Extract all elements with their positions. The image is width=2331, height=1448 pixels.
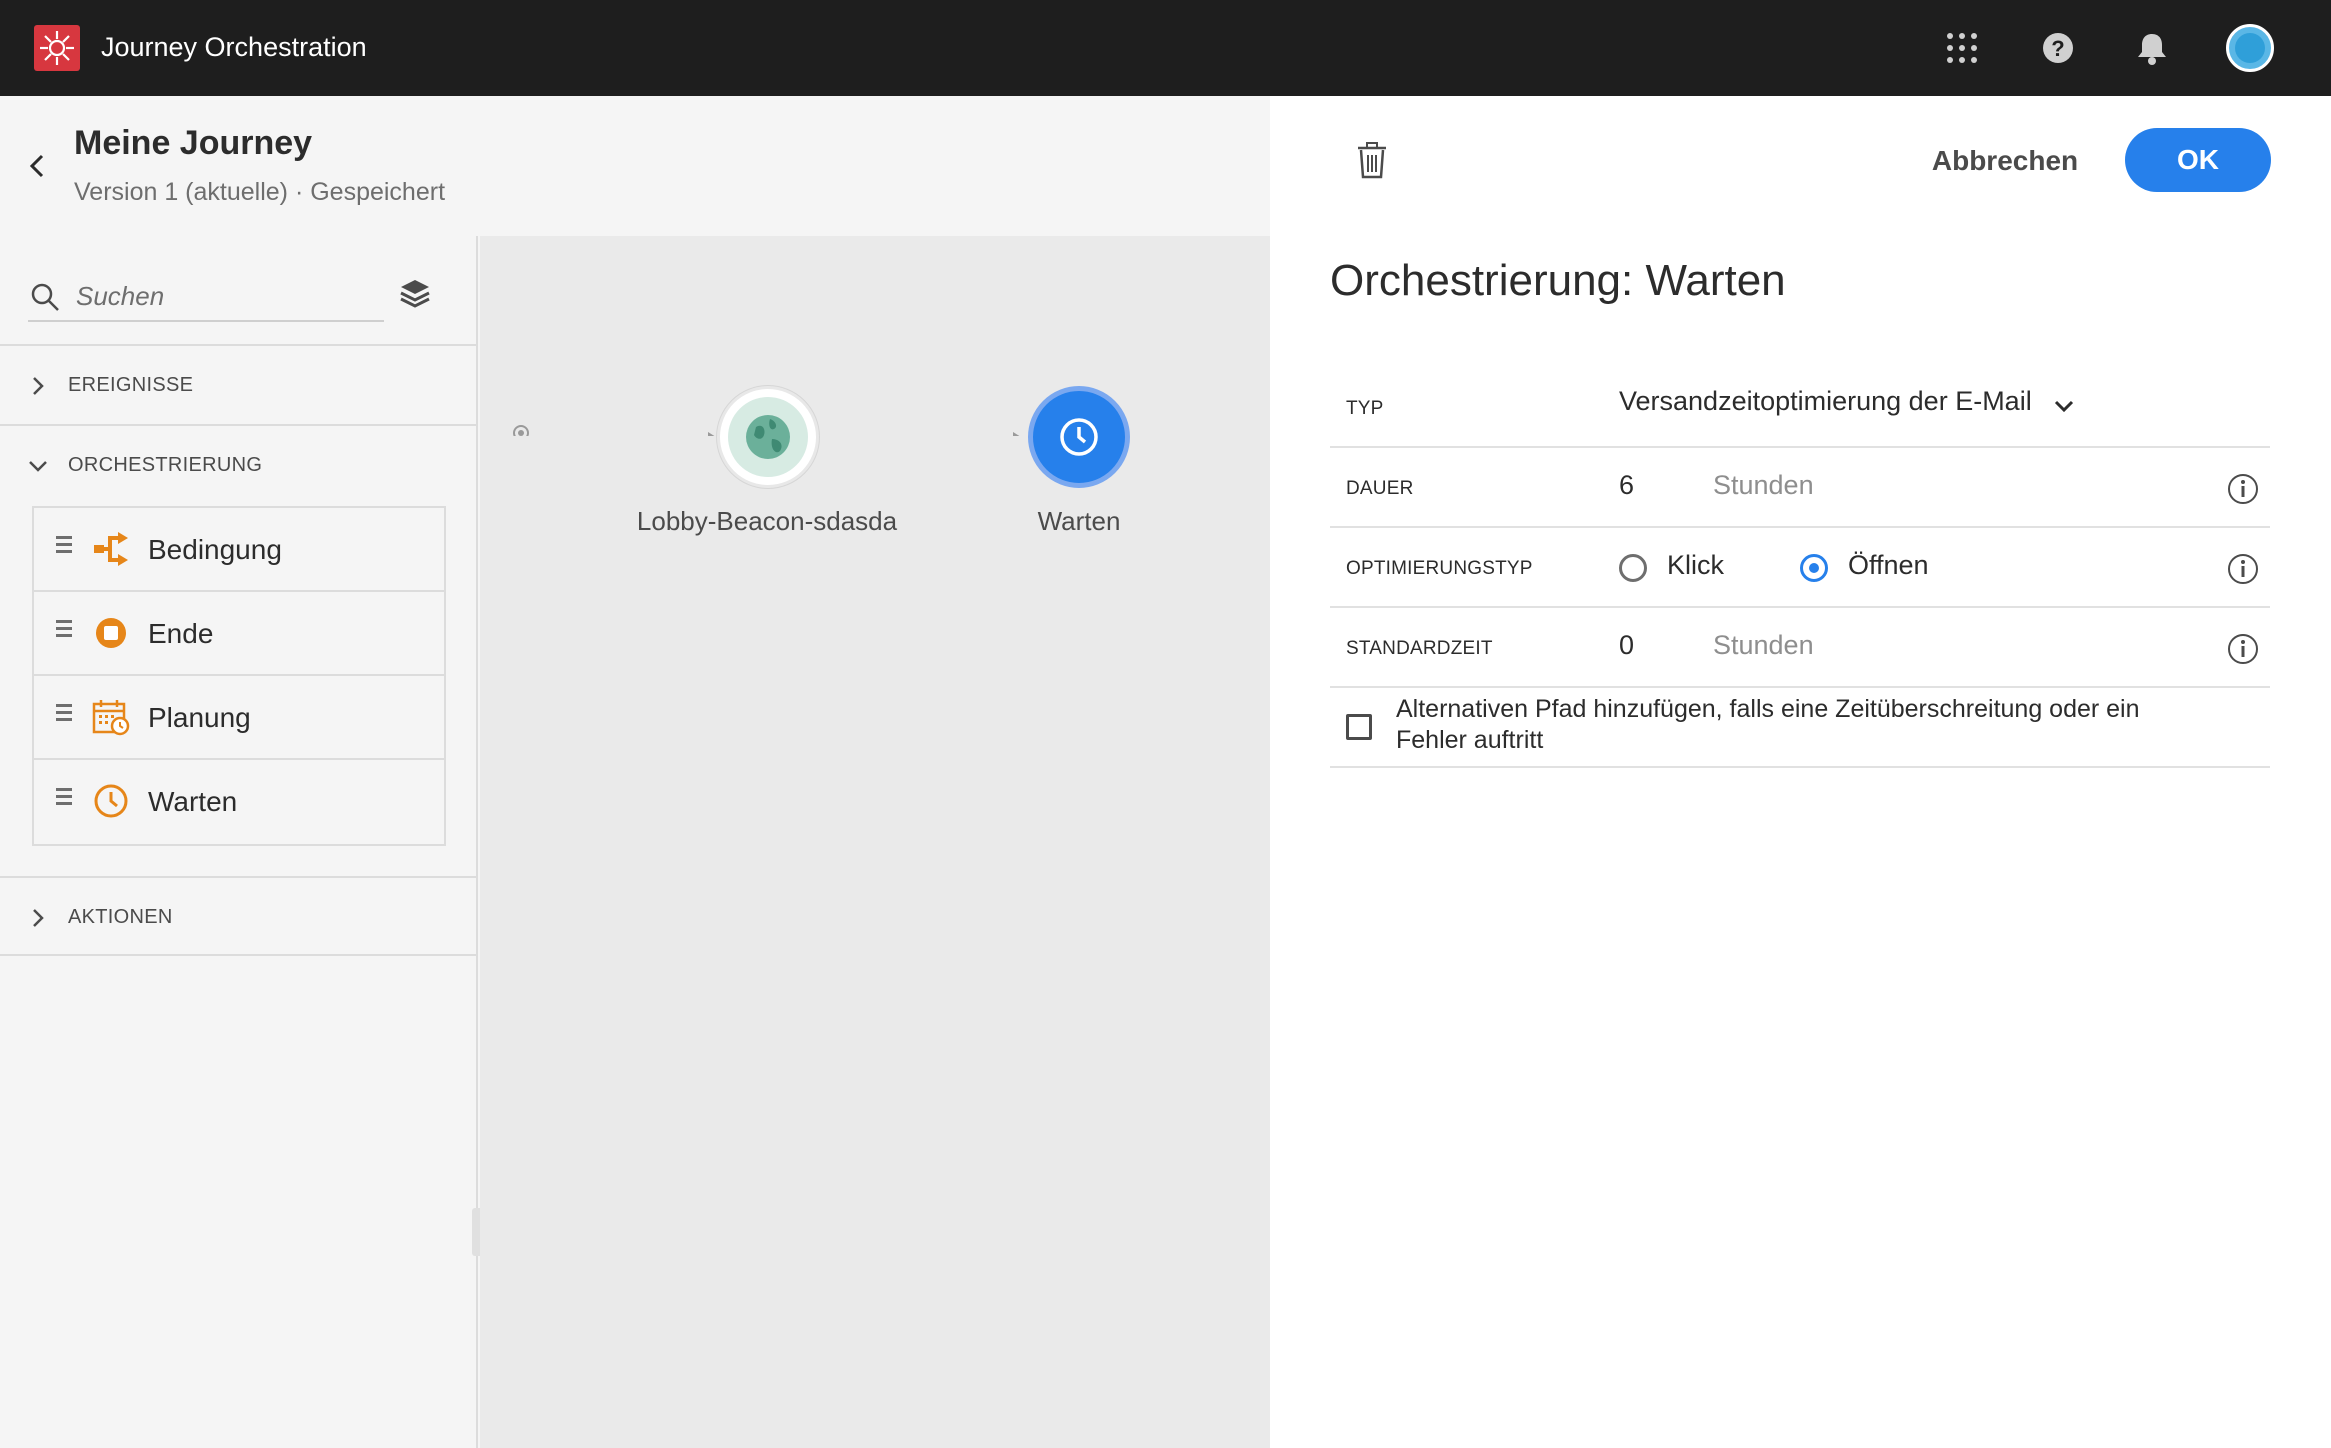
search-icon	[31, 283, 59, 311]
palette-item-label: Bedingung	[148, 534, 282, 565]
alternative-path-checkbox[interactable]	[1346, 714, 1372, 740]
app-title: Journey Orchestration	[101, 32, 367, 62]
ok-button[interactable]: OK	[2125, 128, 2271, 192]
journey-title: Meine Journey	[74, 124, 313, 162]
section-events[interactable]: EREIGNISSE	[0, 344, 478, 424]
field-label: TYP	[1346, 398, 1384, 419]
section-actions[interactable]: AKTIONEN	[0, 876, 478, 956]
section-label: EREIGNISSE	[68, 374, 194, 396]
field-label: STANDARDZEIT	[1346, 638, 1493, 659]
activity-palette: EREIGNISSE ORCHESTRIERUNG Bedingung Ende	[0, 236, 488, 1448]
info-icon[interactable]	[2226, 472, 2260, 506]
palette-item-label: Planung	[148, 702, 251, 733]
cancel-button[interactable]: Abbrechen	[1910, 130, 2100, 192]
drag-handle-icon[interactable]	[56, 704, 72, 722]
palette-item-end[interactable]: Ende	[34, 592, 444, 676]
orchestration-items: Bedingung Ende Planung Warten	[32, 506, 446, 846]
canvas-node-wait-selected[interactable]	[1028, 386, 1130, 488]
drag-handle-icon[interactable]	[56, 788, 72, 806]
trash-icon[interactable]	[1354, 140, 1390, 180]
end-icon	[96, 618, 126, 648]
default-time-unit: Stunden	[1713, 630, 1814, 660]
radio-circle-selected	[1800, 554, 1828, 582]
canvas-node-label: Lobby-Beacon-sdasda	[636, 506, 898, 536]
app-logo-icon[interactable]	[34, 25, 80, 71]
canvas-connectors	[513, 425, 1020, 436]
panel-title: Orchestrierung: Warten	[1330, 256, 1786, 305]
globe-icon	[728, 397, 808, 477]
info-icon[interactable]	[2226, 552, 2260, 586]
palette-item-planning[interactable]: Planung	[34, 676, 444, 760]
radio-label: Öffnen	[1848, 550, 1929, 580]
palette-item-label: Warten	[148, 786, 238, 817]
alternative-path-label: Alternativen Pfad hinzufügen, falls eine…	[1396, 695, 2140, 754]
type-dropdown-value: Versandzeitoptimierung der E-Mail	[1619, 386, 2032, 416]
section-label: ORCHESTRIERUNG	[68, 454, 263, 476]
radio-circle	[1619, 554, 1647, 582]
drag-handle-icon[interactable]	[56, 620, 72, 638]
apps-grid-icon[interactable]	[1940, 26, 1984, 70]
section-label: AKTIONEN	[68, 906, 173, 928]
palette-item-label: Ende	[148, 618, 214, 649]
condition-icon	[94, 532, 128, 566]
section-orchestration[interactable]: ORCHESTRIERUNG	[0, 424, 478, 504]
search-input[interactable]	[76, 276, 376, 316]
field-row-default-time: STANDARDZEIT 0 Stunden	[1330, 608, 2270, 688]
chevron-right-icon	[33, 909, 44, 927]
canvas-node-event[interactable]	[717, 386, 819, 488]
palette-search	[28, 272, 384, 322]
calendar-icon	[92, 700, 130, 736]
palette-item-wait[interactable]: Warten	[34, 760, 444, 844]
notification-bell-icon[interactable]	[2130, 26, 2174, 70]
palette-item-condition[interactable]: Bedingung	[34, 508, 444, 592]
radio-label: Klick	[1667, 550, 1725, 580]
default-time-input[interactable]: 0	[1619, 630, 1634, 661]
help-icon[interactable]: ?	[2036, 26, 2080, 70]
journey-version-status: Version 1 (aktuelle) · Gespeichert	[74, 178, 446, 206]
field-row-optimization-type: OPTIMIERUNGSTYP Klick Öffnen	[1330, 528, 2270, 608]
drag-handle-icon[interactable]	[56, 536, 72, 554]
field-row-type: TYP Versandzeitoptimierung der E-Mail	[1330, 368, 2270, 448]
back-chevron-icon[interactable]	[24, 146, 52, 186]
chevron-right-icon	[33, 377, 44, 395]
canvas-node-label: Warten	[1037, 506, 1121, 536]
duration-unit: Stunden	[1713, 470, 1814, 500]
field-row-duration: DAUER 6 Stunden	[1330, 448, 2270, 528]
clock-icon	[1060, 418, 1098, 456]
activity-config-panel: Abbrechen OK Orchestrierung: Warten TYP …	[1270, 96, 2331, 1448]
journey-header: Meine Journey Version 1 (aktuelle) · Ges…	[0, 96, 1270, 236]
clock-icon	[94, 784, 128, 818]
chevron-down-icon	[2054, 400, 2073, 413]
chevron-down-icon	[29, 461, 47, 472]
field-label: OPTIMIERUNGSTYP	[1346, 558, 1533, 579]
svg-text:?: ?	[2051, 36, 2064, 61]
journey-canvas[interactable]: Lobby-Beacon-sdasda Warten	[480, 236, 1270, 1448]
top-bar: Journey Orchestration ?	[0, 0, 2331, 96]
user-avatar[interactable]	[2226, 24, 2274, 72]
type-dropdown[interactable]: Versandzeitoptimierung der E-Mail	[1619, 386, 2073, 426]
layers-icon[interactable]	[398, 276, 432, 310]
info-icon[interactable]	[2226, 632, 2260, 666]
alternative-path-row: Alternativen Pfad hinzufügen, falls eine…	[1330, 686, 2270, 768]
duration-input[interactable]: 6	[1619, 470, 1634, 501]
field-label: DAUER	[1346, 478, 1414, 499]
